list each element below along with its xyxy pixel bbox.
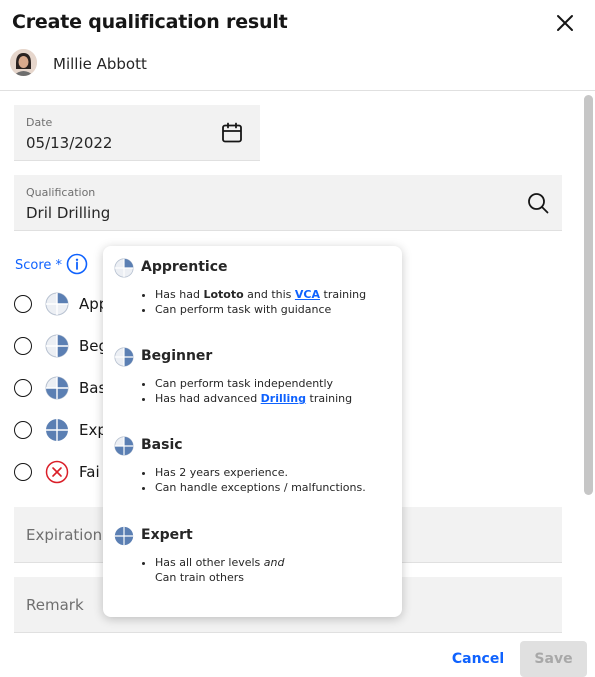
radio-button[interactable] bbox=[14, 463, 32, 481]
score-option-label: Fai bbox=[79, 463, 100, 481]
info-icon[interactable] bbox=[66, 253, 88, 275]
popover-bullet: Has had Lototo and this VCA training bbox=[155, 287, 366, 302]
popover-level-title: Beginner bbox=[141, 348, 213, 364]
popover-bullet: Can perform task independently bbox=[155, 376, 352, 391]
radio-button[interactable] bbox=[14, 337, 32, 355]
popover-bullet: Has had advanced Drilling training bbox=[155, 391, 352, 406]
popover-bullet-list: Has had Lototo and this VCA training Can… bbox=[139, 287, 366, 317]
save-button[interactable]: Save bbox=[520, 641, 587, 677]
header-divider bbox=[0, 90, 595, 91]
qualification-field[interactable]: Qualification Dril Drilling bbox=[14, 175, 562, 231]
popover-bullet: Can handle exceptions / malfunctions. bbox=[155, 480, 366, 495]
radio-button[interactable] bbox=[14, 295, 32, 313]
expiration-placeholder: Expiration bbox=[26, 526, 103, 544]
calendar-icon[interactable] bbox=[220, 121, 244, 145]
half-circle-icon bbox=[114, 347, 134, 367]
user-name: Millie Abbott bbox=[53, 55, 147, 73]
popover-level-title: Basic bbox=[141, 437, 183, 453]
full-circle-icon bbox=[114, 526, 134, 546]
quarter-circle-icon bbox=[114, 258, 134, 278]
popover-bullet-list: Has all other levels andCan train others bbox=[139, 555, 284, 585]
score-option-failed[interactable]: Fai bbox=[14, 460, 104, 486]
popover-bullet-list: Can perform task independently Has had a… bbox=[139, 376, 352, 406]
qualification-label: Qualification bbox=[26, 186, 96, 199]
full-circle-icon bbox=[46, 419, 68, 441]
radio-button[interactable] bbox=[14, 421, 32, 439]
fail-icon bbox=[45, 460, 69, 484]
score-info-popover: Apprentice Has had Lototo and this VCA t… bbox=[103, 246, 402, 617]
score-label: Score * bbox=[15, 258, 63, 273]
vca-link[interactable]: VCA bbox=[295, 288, 320, 301]
popover-bullet-list: Has 2 years experience. Can handle excep… bbox=[139, 465, 366, 495]
avatar bbox=[10, 49, 37, 76]
popover-bullet: Has 2 years experience. bbox=[155, 465, 366, 480]
remark-placeholder: Remark bbox=[26, 596, 84, 614]
score-option-apprentice[interactable]: App bbox=[14, 292, 108, 318]
scrollbar[interactable] bbox=[584, 95, 593, 495]
popover-bullet: Can perform task with guidance bbox=[155, 302, 366, 317]
score-option-expert[interactable]: Exp bbox=[14, 418, 107, 444]
popover-level-title: Apprentice bbox=[141, 259, 228, 275]
popover-bullet: Has all other levels andCan train others bbox=[155, 555, 284, 585]
drilling-link[interactable]: Drilling bbox=[261, 392, 306, 405]
lototo-text: Lototo bbox=[203, 288, 244, 301]
popover-bullet-continuation: Can train others bbox=[155, 571, 245, 584]
qualification-value[interactable]: Dril Drilling bbox=[26, 204, 110, 222]
date-value[interactable]: 05/13/2022 bbox=[26, 134, 112, 152]
quarter-circle-icon bbox=[45, 292, 69, 316]
search-icon[interactable] bbox=[526, 191, 550, 215]
score-option-beginner[interactable]: Beg bbox=[14, 334, 108, 360]
close-icon[interactable] bbox=[553, 11, 577, 35]
radio-button[interactable] bbox=[14, 379, 32, 397]
three-quarter-circle-icon bbox=[114, 436, 134, 456]
date-label: Date bbox=[26, 116, 53, 129]
and-text: and bbox=[263, 556, 285, 569]
cancel-button[interactable]: Cancel bbox=[446, 641, 510, 677]
date-field[interactable]: Date 05/13/2022 bbox=[14, 105, 260, 161]
half-circle-icon bbox=[45, 334, 69, 358]
user-avatar-icon bbox=[10, 49, 37, 76]
dialog-title: Create qualification result bbox=[12, 11, 288, 33]
three-quarter-circle-icon bbox=[45, 376, 69, 400]
popover-level-title: Expert bbox=[141, 527, 193, 543]
score-option-basic[interactable]: Bas bbox=[14, 376, 106, 402]
